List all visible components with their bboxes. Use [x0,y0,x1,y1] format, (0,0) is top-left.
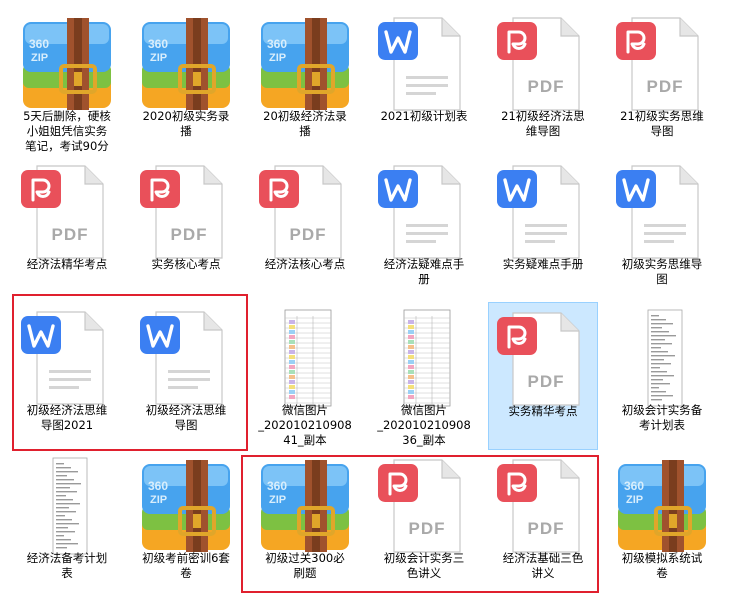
svg-text:360: 360 [624,479,644,493]
file-name-label: 21初级实务思维 导图 [620,109,704,138]
svg-text:360: 360 [148,479,168,493]
word-document-icon [378,165,461,259]
file-item-image-doc[interactable]: 初级会计实务备 考计划表 [607,302,717,450]
file-name-label: 5天后删除，硬核 小姐姐凭信实务 笔记，考试90分 [23,109,111,153]
file-name-label: 经济法核心考点 [264,257,346,271]
pdf-file-icon: PDF [140,165,223,259]
file-item-image-table[interactable]: 微信图片 _202010210908 41_副本 [250,302,360,450]
file-item-pdf[interactable]: PDF 经济法精华考点 [12,156,122,304]
pdf-file-icon: PDF [616,17,699,111]
file-item-pdf[interactable]: PDF 实务核心考点 [131,156,241,304]
file-item-pdf[interactable]: PDF 21初级经济法思 维导图 [488,8,598,156]
file-item-pdf[interactable]: PDF 实务精华考点 [488,302,598,450]
highlight-box-1 [12,294,248,451]
file-item-pdf[interactable]: PDF 21初级实务思维 导图 [607,8,717,156]
image-thumbnail-icon [52,457,88,555]
image-thumbnail-icon [284,309,332,407]
svg-text:360: 360 [148,37,168,51]
svg-text:PDF: PDF [52,225,89,244]
svg-text:PDF: PDF [171,225,208,244]
word-document-icon [616,165,699,259]
file-name-label: 初级模拟系统试 卷 [621,551,703,580]
file-name-label: 初级考前密训6套 卷 [142,551,230,580]
file-item-pdf[interactable]: PDF 经济法核心考点 [250,156,360,304]
zip-archive-icon: 360ZIP [261,18,349,110]
file-item-image-doc[interactable]: 经济法备考计划 表 [12,450,122,598]
file-item-zip[interactable]: 360 ZIP 20初级经济法录 播 [250,8,360,156]
file-item-zip[interactable]: 360 ZIP 初级考前密训6套 卷 [131,450,241,598]
file-name-label: 初级实务思维导 图 [621,257,703,286]
file-item-image-table[interactable]: 微信图片 _202010210908 36_副本 [369,302,479,450]
svg-text:360: 360 [267,37,287,51]
svg-text:ZIP: ZIP [150,494,167,506]
file-name-label: 21初级经济法思 维导图 [501,109,585,138]
svg-text:PDF: PDF [528,77,565,96]
word-document-icon [378,17,461,111]
svg-text:ZIP: ZIP [150,52,167,64]
pdf-file-icon: PDF [497,17,580,111]
file-item-word[interactable]: 实务疑难点手册 [488,156,598,304]
image-thumbnail-icon [403,309,451,407]
file-name-label: 20初级经济法录 播 [263,109,347,138]
file-name-label: 2020初级实务录 播 [142,109,230,138]
file-item-word[interactable]: 2021初级计划表 [369,8,479,156]
file-name-label: 经济法精华考点 [26,257,108,271]
zip-archive-icon: 360ZIP [142,460,230,552]
file-name-label: 实务核心考点 [151,257,221,271]
file-item-zip[interactable]: 360 ZIP 2020初级实务录 播 [131,8,241,156]
file-item-zip[interactable]: 360 ZIP 5天后删除，硬核 小姐姐凭信实务 笔记，考试90分 [12,8,122,156]
file-name-label: 微信图片 _202010210908 41_副本 [258,403,352,447]
file-name-label: 经济法疑难点手 册 [383,257,465,286]
file-item-zip[interactable]: 360 ZIP 初级模拟系统试 卷 [607,450,717,598]
pdf-file-icon: PDF [497,312,580,406]
file-name-label: 实务疑难点手册 [502,257,584,271]
zip-archive-icon: 360ZIP [142,18,230,110]
svg-text:ZIP: ZIP [626,494,643,506]
file-item-word[interactable]: 经济法疑难点手 册 [369,156,479,304]
svg-text:PDF: PDF [528,372,565,391]
svg-text:PDF: PDF [290,225,327,244]
zip-archive-icon: 360ZIP [23,18,111,110]
svg-text:360: 360 [29,37,49,51]
svg-text:ZIP: ZIP [269,52,286,64]
file-name-label: 实务精华考点 [508,404,578,418]
file-name-label: 2021初级计划表 [380,109,468,123]
file-item-word[interactable]: 初级实务思维导 图 [607,156,717,304]
pdf-file-icon: PDF [21,165,104,259]
file-name-label: 微信图片 _202010210908 36_副本 [377,403,471,447]
svg-text:PDF: PDF [647,77,684,96]
svg-text:ZIP: ZIP [31,52,48,64]
pdf-file-icon: PDF [259,165,342,259]
file-name-label: 初级会计实务备 考计划表 [621,403,703,432]
file-name-label: 经济法备考计划 表 [26,551,108,580]
highlight-box-2 [241,455,599,593]
image-thumbnail-icon [647,309,683,407]
word-document-icon [497,165,580,259]
zip-archive-icon: 360ZIP [618,460,706,552]
